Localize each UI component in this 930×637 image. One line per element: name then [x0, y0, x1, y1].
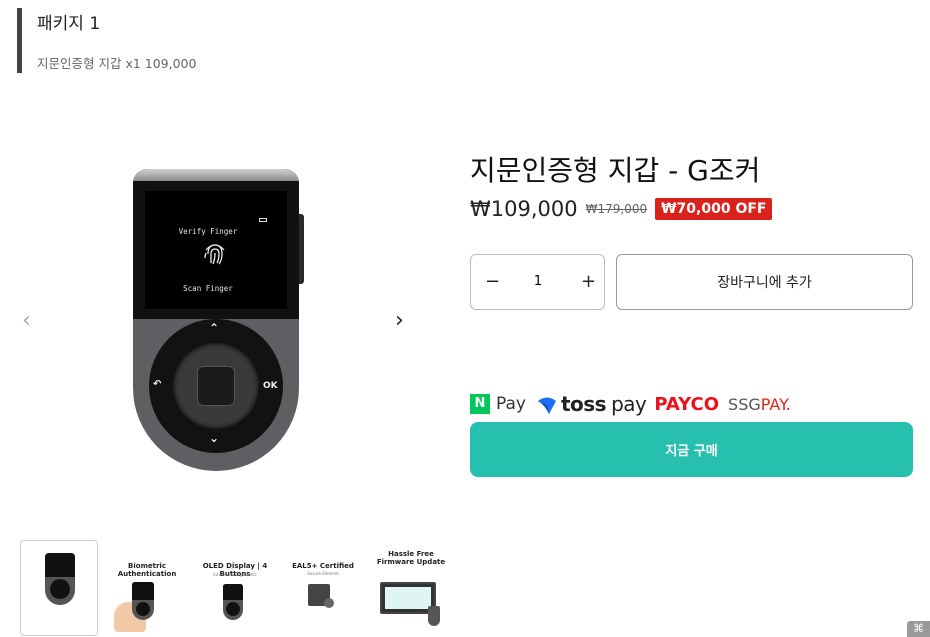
quantity-stepper: − + — [470, 254, 605, 310]
thumbnail-subcaption: Intuitive & Ergonomic — [213, 572, 257, 577]
device-pad-ring — [173, 343, 259, 429]
chevron-right-icon[interactable]: › — [395, 310, 404, 332]
ssgpay-logo[interactable]: SSGPAY. — [728, 395, 791, 414]
thumbnail-subcaption: Secure Element — [307, 571, 339, 576]
fingerprint-icon — [204, 244, 225, 265]
thumbnail-device-image — [132, 582, 154, 620]
ssg-suffix: PAY. — [760, 394, 791, 414]
thumbnail-1[interactable] — [20, 540, 98, 636]
thumbnail-caption: Hassle Free Firmware Update — [376, 550, 446, 566]
thumbnail-4[interactable]: EAL5+ Certified Secure Element — [284, 540, 362, 636]
thumbnail-device-image — [223, 584, 243, 620]
back-icon: ↶ — [153, 379, 162, 390]
screen-line-verify: Verify Finger — [178, 227, 238, 236]
chevron-up-icon: ⌃ — [209, 321, 220, 335]
thumbnail-2[interactable]: Biometric Authentication — [108, 540, 186, 636]
thumbnail-3[interactable]: OLED Display | 4 Buttons Intuitive & Erg… — [196, 540, 274, 636]
device-ok-label: OK — [263, 381, 278, 391]
screen-line-scan: Scan Finger — [183, 284, 233, 293]
product-gallery: ‹ › Verify Finger Scan Finger ⌃ ⌄ ↶ OK — [0, 150, 440, 490]
payment-methods: N Pay toss pay PAYCO SSGPAY. — [470, 390, 913, 418]
naver-icon: N — [470, 394, 490, 414]
package-header: 패키지 1 지문인증형 지갑 x1 109,000 — [17, 8, 196, 73]
cart-row: − + 장바구니에 추가 지금 구매 — [470, 254, 913, 477]
device-control-pad: ⌃ ⌄ ↶ OK — [149, 319, 283, 453]
minus-icon[interactable]: − — [485, 272, 500, 292]
plus-icon[interactable]: + — [581, 272, 596, 292]
chevron-down-icon: ⌄ — [209, 431, 220, 445]
npay-logo[interactable]: N Pay — [470, 394, 526, 414]
link-icon[interactable]: ⌘ — [907, 621, 930, 637]
product-title: 지문인증형 지갑 - G조커 — [470, 154, 761, 187]
tosspay-logo[interactable]: toss pay — [536, 392, 647, 416]
buy-now-button[interactable]: 지금 구매 — [470, 422, 913, 477]
package-subtitle: 지문인증형 지갑 x1 109,000 — [37, 56, 197, 71]
npay-label: Pay — [496, 394, 526, 414]
product-info: 지문인증형 지갑 - G조커 ₩109,000 ₩179,000 ₩70,000… — [470, 150, 913, 477]
payco-logo[interactable]: PAYCO — [654, 394, 719, 415]
product-image: Verify Finger Scan Finger ⌃ ⌄ ↶ OK — [133, 169, 304, 471]
package-title: 패키지 1 — [37, 14, 101, 34]
thumbnail-device-image — [428, 606, 440, 626]
chevron-left-icon[interactable]: ‹ — [22, 310, 31, 332]
discount-badge: ₩70,000 OFF — [655, 198, 773, 220]
ssg-prefix: SSG — [728, 394, 761, 414]
toss-brand: toss — [560, 392, 607, 416]
thumbnail-5[interactable]: Hassle Free Firmware Update — [372, 540, 450, 636]
device-body: Verify Finger Scan Finger ⌃ ⌄ ↶ OK — [133, 169, 299, 471]
add-to-cart-button[interactable]: 장바구니에 추가 — [616, 254, 913, 310]
thumbnail-device-image — [45, 553, 75, 605]
toss-pay-label: pay — [611, 392, 647, 416]
thumbnail-caption: EAL5+ Certified — [292, 562, 354, 570]
lock-icon — [324, 598, 334, 608]
price-row: ₩109,000 ₩179,000 ₩70,000 OFF — [470, 194, 913, 224]
toss-icon — [537, 397, 556, 414]
device-screen: Verify Finger Scan Finger — [145, 191, 287, 309]
sale-price: ₩109,000 — [470, 197, 578, 221]
battery-icon — [259, 218, 267, 222]
compare-price: ₩179,000 — [585, 202, 648, 216]
device-rim — [133, 169, 299, 181]
fingerprint-sensor — [197, 366, 235, 406]
thumbnail-caption: Biometric Authentication — [117, 562, 177, 578]
quantity-input[interactable] — [521, 274, 555, 289]
